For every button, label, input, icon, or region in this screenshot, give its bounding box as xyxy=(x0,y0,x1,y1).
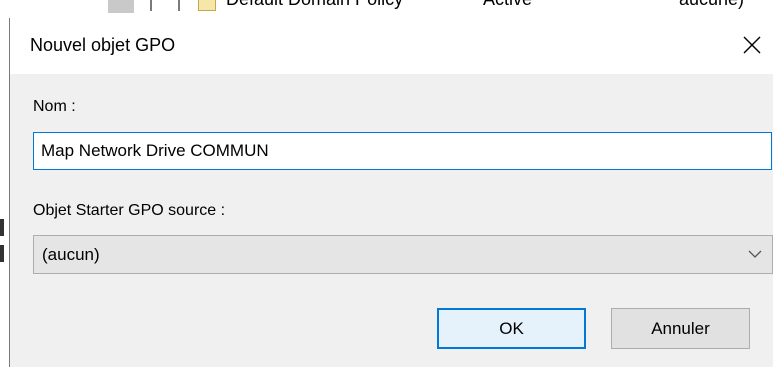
background-gpo-name: Default Domain Policy xyxy=(226,0,403,10)
background-gpo-row: Default Domain Policy Active aucune) xyxy=(0,0,773,15)
background-window-row: Default Domain Policy Active aucune) xyxy=(0,0,773,18)
background-window-edge xyxy=(0,245,4,262)
ok-button[interactable]: OK xyxy=(437,308,586,349)
cancel-button[interactable]: Annuler xyxy=(611,308,750,349)
new-gpo-dialog: Nouvel objet GPO Nom : Objet Starter GPO… xyxy=(9,18,773,367)
column-divider xyxy=(178,0,180,11)
name-label: Nom : xyxy=(33,98,76,115)
starter-gpo-label: Objet Starter GPO source : xyxy=(33,202,226,219)
close-button[interactable] xyxy=(715,18,773,74)
row-expander-icon xyxy=(108,0,134,13)
close-icon xyxy=(743,36,761,54)
gpo-icon xyxy=(198,0,216,11)
background-window-edge xyxy=(0,219,4,236)
dialog-title-bar[interactable]: Nouvel objet GPO xyxy=(10,18,773,74)
starter-gpo-selected-value: (aucun) xyxy=(42,245,100,264)
column-divider xyxy=(150,0,152,11)
gpo-name-input[interactable] xyxy=(33,132,772,170)
background-gpo-status: Active xyxy=(483,0,532,10)
chevron-down-icon xyxy=(748,250,762,258)
dialog-title: Nouvel objet GPO xyxy=(30,35,176,55)
background-gpo-filter: aucune) xyxy=(679,0,744,10)
starter-gpo-select[interactable]: (aucun) xyxy=(33,235,773,274)
